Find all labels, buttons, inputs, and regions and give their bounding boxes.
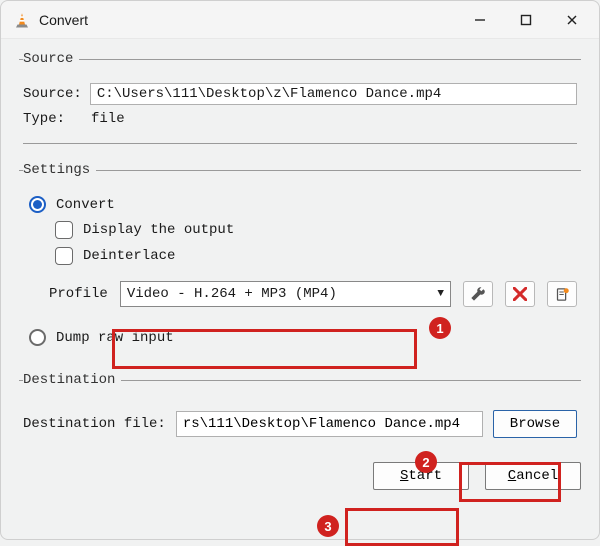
browse-button[interactable]: Browse	[493, 410, 577, 438]
source-row: Source: C:\Users\111\Desktop\z\Flamenco …	[23, 83, 577, 105]
destination-label: Destination file:	[23, 416, 166, 432]
profile-row: Profile Video - H.264 + MP3 (MP4) ▼	[49, 281, 577, 307]
edit-profile-button[interactable]	[463, 281, 493, 307]
checkbox-icon	[55, 247, 73, 265]
chevron-down-icon: ▼	[437, 288, 444, 300]
source-label: Source:	[23, 86, 82, 102]
display-output-checkbox[interactable]: Display the output	[55, 221, 577, 239]
checkbox-icon	[55, 221, 73, 239]
cancel-rest: ancel	[516, 468, 558, 484]
delete-x-icon	[513, 287, 527, 301]
annotation-box-start	[345, 508, 459, 546]
destination-legend: Destination	[23, 372, 121, 388]
profile-selected-value: Video - H.264 + MP3 (MP4)	[127, 286, 337, 302]
profile-combo[interactable]: Video - H.264 + MP3 (MP4) ▼	[120, 281, 451, 307]
type-value: file	[91, 111, 125, 127]
new-profile-button[interactable]	[547, 281, 577, 307]
destination-row: Destination file: Browse	[23, 410, 577, 438]
delete-profile-button[interactable]	[505, 281, 535, 307]
destination-file-input[interactable]	[176, 411, 483, 437]
settings-legend: Settings	[23, 162, 96, 178]
vlc-icon	[13, 11, 31, 29]
dump-raw-radio[interactable]: Dump raw input	[29, 329, 577, 346]
browse-button-label: Browse	[510, 416, 560, 432]
wrench-icon	[470, 286, 486, 302]
settings-group: Settings Convert Display the output Dein…	[19, 162, 581, 360]
minimize-button[interactable]	[457, 4, 503, 36]
start-button[interactable]: Start	[373, 462, 469, 490]
convert-radio[interactable]: Convert	[29, 196, 577, 213]
convert-radio-label: Convert	[56, 197, 115, 213]
source-path-field: C:\Users\111\Desktop\z\Flamenco Dance.mp…	[90, 83, 577, 105]
start-mnemonic: S	[400, 468, 408, 484]
destination-group: Destination Destination file: Browse	[19, 372, 581, 450]
profile-label: Profile	[49, 286, 108, 302]
titlebar: Convert	[1, 1, 599, 39]
radio-icon	[29, 329, 46, 346]
cancel-button[interactable]: Cancel	[485, 462, 581, 490]
type-row: Type: file	[23, 111, 577, 127]
radio-icon	[29, 196, 46, 213]
close-button[interactable]	[549, 4, 595, 36]
cancel-mnemonic: C	[508, 468, 516, 484]
maximize-button[interactable]	[503, 4, 549, 36]
type-label: Type:	[23, 111, 83, 127]
annotation-badge-3: 3	[317, 515, 339, 537]
convert-window: Convert Source Source: C:\Users\111\Desk…	[0, 0, 600, 540]
deinterlace-checkbox[interactable]: Deinterlace	[55, 247, 577, 265]
content-area: Source Source: C:\Users\111\Desktop\z\Fl…	[1, 39, 599, 539]
dialog-buttons: Start Cancel	[19, 462, 581, 490]
source-group: Source Source: C:\Users\111\Desktop\z\Fl…	[19, 51, 581, 150]
source-legend: Source	[23, 51, 79, 67]
start-rest: tart	[408, 468, 442, 484]
window-title: Convert	[39, 12, 88, 28]
display-output-label: Display the output	[83, 222, 234, 238]
deinterlace-label: Deinterlace	[83, 248, 175, 264]
new-document-icon	[555, 287, 570, 302]
dump-raw-label: Dump raw input	[56, 330, 174, 346]
